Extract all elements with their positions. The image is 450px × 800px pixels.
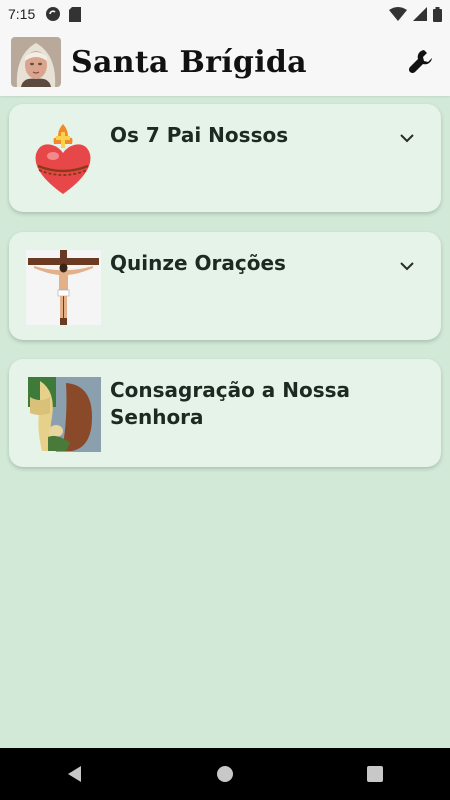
home-circle-icon[interactable]: [216, 765, 234, 783]
card-os-7-pai-nossos[interactable]: Os 7 Pai Nossos: [9, 104, 441, 212]
card-title: Consagração a Nossa Senhora: [110, 378, 351, 429]
card-consagracao-a-nossa-senhora[interactable]: Consagração a Nossa Senhora: [9, 359, 441, 467]
back-triangle-icon[interactable]: [66, 765, 84, 783]
system-nav-bar: [0, 748, 450, 800]
status-time: 7:15: [8, 6, 36, 22]
wrench-icon: [408, 50, 432, 74]
card-title: Os 7 Pai Nossos: [110, 123, 289, 147]
status-bar: 7:15: [0, 0, 450, 28]
wifi-icon: [389, 7, 407, 21]
card-title: Quinze Orações: [110, 251, 286, 275]
sd-card-icon: [69, 6, 82, 22]
pieta-icon: [26, 377, 101, 452]
crucifix-icon: [26, 250, 101, 325]
signal-icon: [413, 7, 427, 21]
recents-square-icon[interactable]: [366, 765, 384, 783]
app-title: Santa Brígida: [71, 44, 307, 80]
battery-icon: [433, 6, 442, 22]
sacred-heart-icon: [26, 122, 101, 197]
app-bar: Santa Brígida: [0, 28, 450, 96]
settings-button[interactable]: [406, 46, 436, 76]
card-quinze-oracoes[interactable]: Quinze Orações: [9, 232, 441, 340]
chevron-down-icon[interactable]: [399, 132, 415, 144]
santa-brigida-avatar: [11, 37, 61, 87]
chevron-down-icon[interactable]: [399, 260, 415, 272]
sync-icon: [46, 7, 61, 21]
